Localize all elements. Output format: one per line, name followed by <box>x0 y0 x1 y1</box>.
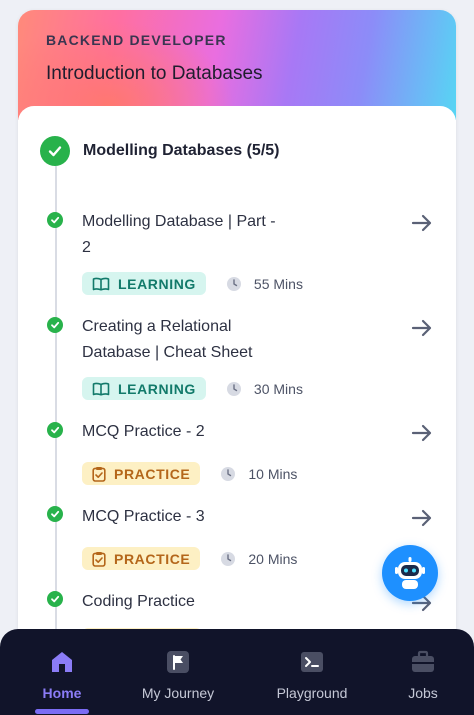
duration: 30 Mins <box>253 380 303 397</box>
clock-icon <box>221 551 236 566</box>
check-circle-icon <box>47 212 63 228</box>
item-meta: LEARNING 30 Mins <box>82 377 303 400</box>
active-tab-indicator <box>35 709 89 714</box>
arrow-right-icon[interactable] <box>410 316 434 340</box>
learning-badge: LEARNING <box>82 272 206 295</box>
course-header: BACKEND DEVELOPER Introduction to Databa… <box>18 10 456 120</box>
item-meta: PRACTICE 10 Mins <box>82 462 297 485</box>
robot-icon <box>395 557 425 589</box>
module-panel: Modelling Databases (5/5) Modelling Data… <box>18 106 456 715</box>
duration: 20 Mins <box>248 550 298 567</box>
nav-jobs[interactable]: Jobs <box>403 629 443 715</box>
home-icon <box>52 652 72 672</box>
check-circle-icon <box>47 317 63 333</box>
practice-badge: PRACTICE <box>82 462 201 485</box>
item-title: MCQ Practice - 2 <box>82 423 205 440</box>
clipboard-check-icon <box>92 466 106 482</box>
check-circle-icon <box>47 422 63 438</box>
check-circle-icon <box>47 506 63 522</box>
nav-playground[interactable]: Playground <box>273 629 351 715</box>
duration: 55 Mins <box>253 275 303 292</box>
clock-icon <box>226 276 241 291</box>
arrow-right-icon[interactable] <box>410 211 434 235</box>
terminal-icon <box>301 652 323 672</box>
item-title: MCQ Practice - 3 <box>82 508 205 525</box>
book-icon <box>92 382 110 396</box>
check-circle-icon <box>47 591 63 607</box>
clock-icon <box>221 466 236 481</box>
item-meta: PRACTICE 20 Mins <box>82 547 297 570</box>
item-title: Coding Practice <box>82 593 195 610</box>
item-meta: LEARNING 55 Mins <box>82 272 303 295</box>
book-icon <box>92 277 110 291</box>
nav-home[interactable]: Home <box>40 629 84 715</box>
practice-badge: PRACTICE <box>82 547 201 570</box>
course-card: BACKEND DEVELOPER Introduction to Databa… <box>18 10 456 715</box>
clipboard-check-icon <box>92 551 106 567</box>
briefcase-icon <box>412 650 434 672</box>
check-circle-icon <box>40 136 70 166</box>
course-title[interactable]: Introduction to Databases <box>46 63 428 85</box>
track-label: BACKEND DEVELOPER <box>46 32 227 48</box>
learning-badge: LEARNING <box>82 377 206 400</box>
item-title: Creating a Relational Database | Cheat S… <box>82 318 253 361</box>
item-title: Modelling Database | Part - 2 <box>82 213 276 256</box>
clock-icon <box>226 381 241 396</box>
flag-icon <box>167 651 189 673</box>
module-title: Modelling Databases (5/5) <box>83 142 280 159</box>
bottom-navigation: Home My Journey Playground Jobs <box>0 629 474 715</box>
chatbot-button[interactable] <box>382 545 438 601</box>
arrow-right-icon[interactable] <box>410 506 434 530</box>
arrow-right-icon[interactable] <box>410 421 434 445</box>
nav-my-journey[interactable]: My Journey <box>138 629 218 715</box>
module-header[interactable]: Modelling Databases (5/5) <box>40 136 280 166</box>
duration: 10 Mins <box>248 465 298 482</box>
